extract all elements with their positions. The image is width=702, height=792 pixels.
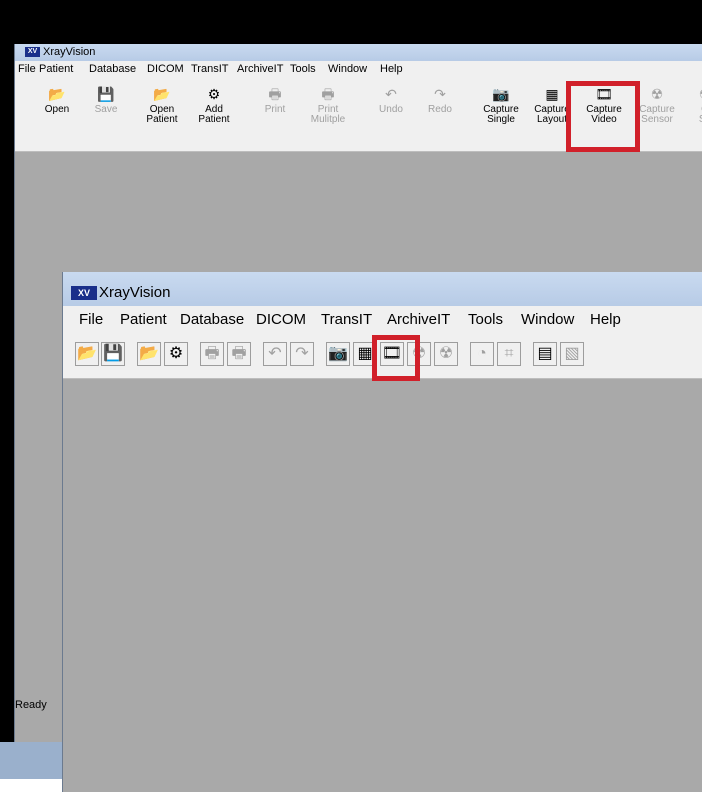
menu-help[interactable]: Help — [380, 62, 403, 76]
menu-file[interactable]: File — [79, 311, 103, 329]
add-patient-label: Add Patient — [198, 104, 230, 125]
print-multiple-label: Print Mulitple — [310, 104, 346, 125]
redo-label: Redo — [428, 104, 452, 115]
xv-logo-icon: XV — [25, 47, 40, 57]
undo-label: Undo — [379, 104, 403, 115]
redo-icon: ↷ — [295, 345, 309, 362]
menu-bar-zoomed: File Patient Database DICOM TransIT Arch… — [63, 306, 702, 334]
capture-video-highlight-zoomed — [372, 335, 420, 381]
fit-window-button[interactable]: ⌗ — [497, 342, 521, 366]
stack-icon: ▤ — [537, 345, 553, 362]
print-multiple-icon: 🖶 — [321, 86, 335, 102]
title-bar: XV XrayVision — [15, 44, 702, 61]
q-sensor-button[interactable]: ☢ Q Se — [679, 83, 702, 145]
open-patient-button[interactable]: 📂 — [137, 342, 161, 366]
measure-button[interactable]: ◔ — [470, 342, 494, 366]
menu-dicom[interactable]: DICOM — [147, 62, 184, 76]
measure-icon: ◔ — [477, 345, 487, 362]
redo-icon: ↷ — [434, 86, 446, 102]
save-button[interactable]: 💾 — [101, 342, 125, 366]
undo-icon: ↶ — [385, 86, 397, 102]
open-patient-icon: 📂 — [153, 86, 171, 102]
menu-database[interactable]: Database — [89, 62, 136, 76]
undo-button[interactable]: ↶ Undo — [365, 83, 417, 145]
add-patient-icon: ⚙ — [207, 86, 221, 102]
printer-icon: 🖶 — [204, 345, 220, 362]
camera-icon: 📷 — [492, 86, 510, 102]
save-label: Save — [94, 104, 118, 115]
print-multiple-icon: 🖶 — [231, 345, 247, 362]
q-sensor-icon: ☢ — [695, 86, 702, 102]
add-patient-button[interactable]: ⚙ Add Patient — [188, 83, 240, 145]
capture-video-highlight — [566, 81, 640, 152]
menu-patient[interactable]: Patient — [120, 311, 167, 329]
capture-single-label: Capture Single — [483, 104, 519, 125]
save-button[interactable]: 💾 Save — [80, 83, 132, 145]
menu-bar: File Patient Database DICOM TransIT Arch… — [15, 61, 702, 77]
redo-button[interactable]: ↷ Redo — [414, 83, 466, 145]
capture-single-button[interactable]: 📷 — [326, 342, 350, 366]
window-title: XrayVision — [43, 46, 96, 58]
open-folder-icon: 📂 — [48, 86, 66, 102]
menu-database[interactable]: Database — [180, 311, 244, 329]
q-sensor-button[interactable]: ☢ — [434, 342, 458, 366]
menu-help[interactable]: Help — [590, 311, 621, 329]
menu-tools[interactable]: Tools — [290, 62, 316, 76]
open-patient-icon: 📂 — [139, 345, 159, 362]
status-bar-text: Ready — [15, 699, 47, 711]
menu-archiveit[interactable]: ArchiveIT — [387, 311, 450, 329]
print-label: Print — [264, 104, 286, 115]
open-button[interactable]: 📂 — [75, 342, 99, 366]
menu-tools[interactable]: Tools — [468, 311, 503, 329]
open-patient-button[interactable]: 📂 Open Patient — [136, 83, 188, 145]
window-title-zoomed: XrayVision — [99, 284, 171, 301]
open-folder-icon: 📂 — [77, 345, 97, 362]
undo-icon: ↶ — [268, 345, 282, 362]
capture-layout-icon: ▦ — [545, 86, 559, 102]
undo-button[interactable]: ↶ — [263, 342, 287, 366]
fit-window-icon: ⌗ — [504, 345, 514, 362]
add-patient-button[interactable]: ⚙ — [164, 342, 188, 366]
open-button[interactable]: 📂 Open — [31, 83, 83, 145]
print-multiple-button[interactable]: 🖶 — [227, 342, 251, 366]
open-label: Open — [44, 104, 70, 115]
menu-window[interactable]: Window — [328, 62, 367, 76]
redo-button[interactable]: ↷ — [290, 342, 314, 366]
save-disk-icon: 💾 — [103, 345, 123, 362]
print-multiple-button[interactable]: 🖶 Print Mulitple — [302, 83, 354, 145]
capture-layout-icon: ▦ — [357, 345, 373, 362]
menu-file[interactable]: File — [18, 62, 36, 76]
q-sensor-icon: ☢ — [438, 345, 454, 362]
print-button[interactable]: 🖶 Print — [249, 83, 301, 145]
menu-dicom[interactable]: DICOM — [256, 311, 306, 329]
print-button[interactable]: 🖶 — [200, 342, 224, 366]
menu-window[interactable]: Window — [521, 311, 574, 329]
capture-single-button[interactable]: 📷 Capture Single — [475, 83, 527, 145]
add-patient-icon: ⚙ — [168, 345, 184, 362]
menu-patient[interactable]: Patient — [39, 62, 73, 76]
xv-logo-icon: XV — [71, 286, 97, 300]
stack-button[interactable]: ▤ — [533, 342, 557, 366]
open-patient-label: Open Patient — [146, 104, 178, 125]
layers-button[interactable]: ▧ — [560, 342, 584, 366]
menu-transit[interactable]: TransIT — [321, 311, 372, 329]
q-sensor-label: Q Se — [679, 105, 702, 125]
printer-icon: 🖶 — [268, 86, 282, 102]
menu-archiveit[interactable]: ArchiveIT — [237, 62, 283, 76]
camera-icon: 📷 — [328, 345, 348, 362]
save-disk-icon: 💾 — [97, 86, 115, 102]
sensor-icon: ☢ — [650, 86, 664, 102]
title-bar-zoomed: XV XrayVision — [63, 272, 702, 306]
layers-icon: ▧ — [564, 345, 580, 362]
menu-transit[interactable]: TransIT — [191, 62, 229, 76]
